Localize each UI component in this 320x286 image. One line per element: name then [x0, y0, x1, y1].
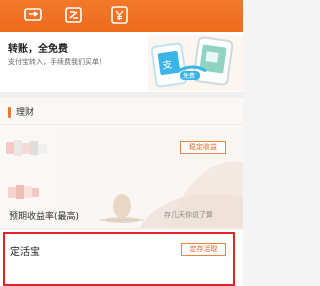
blurred-amount	[6, 140, 48, 158]
deposit-hint: 存几天你说了算	[164, 211, 213, 219]
top-icon-bar	[0, 0, 243, 32]
transfer-card-icon[interactable]	[22, 4, 46, 26]
promo-subtitle: 支付宝转入，手续费我们买单！	[8, 58, 106, 66]
promo-free-label: 免费	[183, 72, 195, 80]
promo-illustration: 支 免费	[148, 35, 243, 91]
stable-return-badge: 稳定收益	[180, 141, 226, 154]
product-name[interactable]: 定活宝	[10, 243, 40, 258]
transfer-free-promo[interactable]: 转账，全免费 支付宝转入，手续费我们买单！ 支 免费	[0, 32, 243, 92]
promo-title: 转账，全免费	[8, 44, 68, 55]
section-marker	[8, 107, 11, 118]
svg-text:支: 支	[162, 59, 174, 72]
expected-yield-label: 预期收益率(最高)	[9, 212, 80, 222]
blurred-rate	[8, 184, 40, 200]
next-item-peek	[10, 278, 90, 286]
product-badge: 定存活取	[181, 243, 226, 256]
exchange-icon[interactable]	[62, 4, 86, 26]
yuan-wallet-icon[interactable]	[108, 4, 132, 26]
divider	[0, 124, 243, 125]
section-title: 理财	[16, 108, 35, 118]
